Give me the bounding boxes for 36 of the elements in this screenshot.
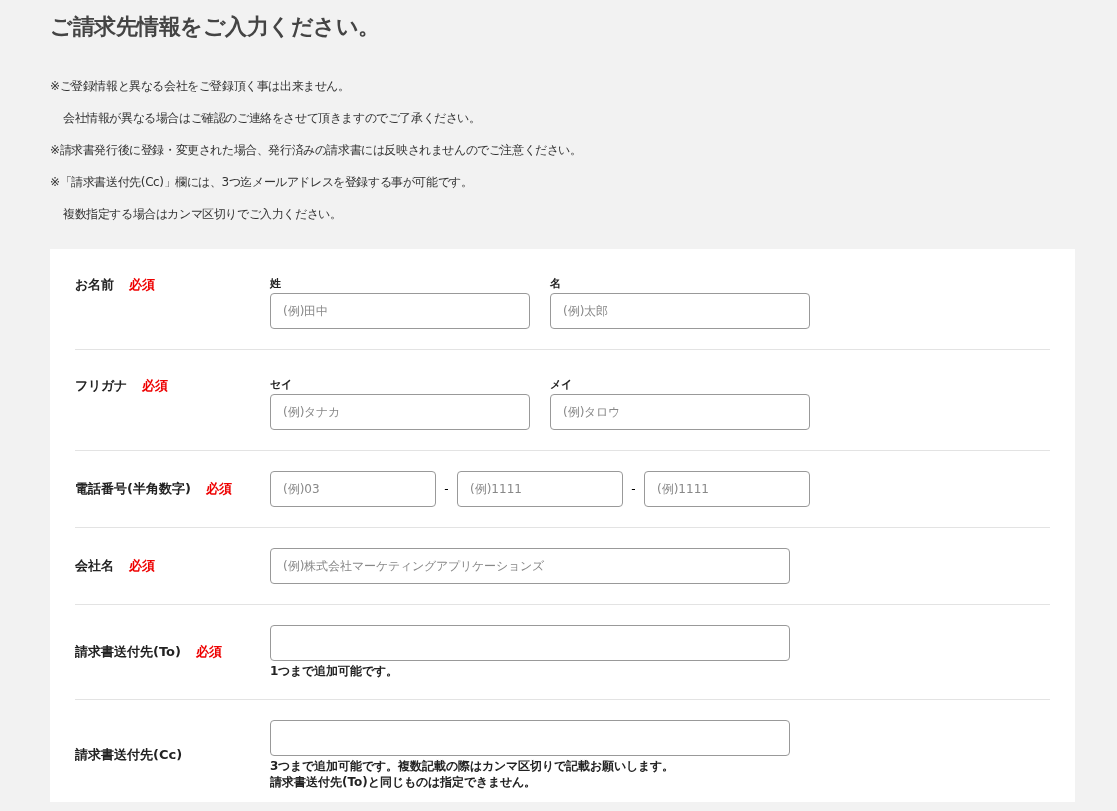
field-label: フリガナ [75,377,127,395]
input-field[interactable]: (例)03 [270,471,436,507]
separator-text: - [443,482,450,496]
input-field[interactable]: (例)太郎 [550,293,810,329]
input-field[interactable]: (例)1111 [457,471,623,507]
input-field[interactable]: (例)タロウ [550,394,810,430]
field-label: 請求書送付先(To) [75,643,181,661]
help-text: 請求書送付先(To)と同じものは指定できません。 [270,774,537,790]
input-field[interactable]: (例)1111 [644,471,810,507]
field-label: 電話番号(半角数字) [75,480,191,498]
field-label: お名前 [75,276,114,294]
field-label: 名 [550,276,562,292]
input-field[interactable] [270,720,790,756]
input-field[interactable] [270,625,790,661]
field-label: 会社名 [75,557,114,575]
input-field[interactable]: (例)タナカ [270,394,530,430]
required-label: 必須 [142,377,168,395]
required-label: 必須 [129,557,155,575]
input-field[interactable]: (例)田中 [270,293,530,329]
notice-text: ※請求書発行後に登録・変更された場合、発行済みの請求書には反映されませんのでご注意ください。 [50,142,582,159]
separator-text: - [630,482,637,496]
page-title: ご請求先情報をご入力ください。 [50,13,381,41]
field-label: 姓 [270,276,282,292]
input-field[interactable]: (例)株式会社マーケティングアプリケーションズ [270,548,790,584]
notice-text: ※「請求書送付先(Cc)」欄には、3つ迄メールアドレスを登録する事が可能です。 [50,174,473,191]
required-label: 必須 [129,276,155,294]
field-label: セイ [270,377,293,393]
notice-text: 複数指定する場合はカンマ区切りでご入力ください。 [62,206,342,223]
required-label: 必須 [195,643,222,661]
help-text: 1つまで追加可能です。 [270,663,400,679]
notice-text: 会社情報が異なる場合はご確認のご連絡をさせて頂きますのでご了承ください。 [62,110,481,127]
field-label: 請求書送付先(Cc) [75,746,183,764]
help-text: 3つまで追加可能です。複数記載の際はカンマ区切りで記載お願いします。 [270,758,676,774]
field-label: メイ [550,377,573,393]
required-label: 必須 [205,480,232,498]
notice-text: ※ご登録情報と異なる会社をご登録頂く事は出来ません。 [50,78,350,95]
